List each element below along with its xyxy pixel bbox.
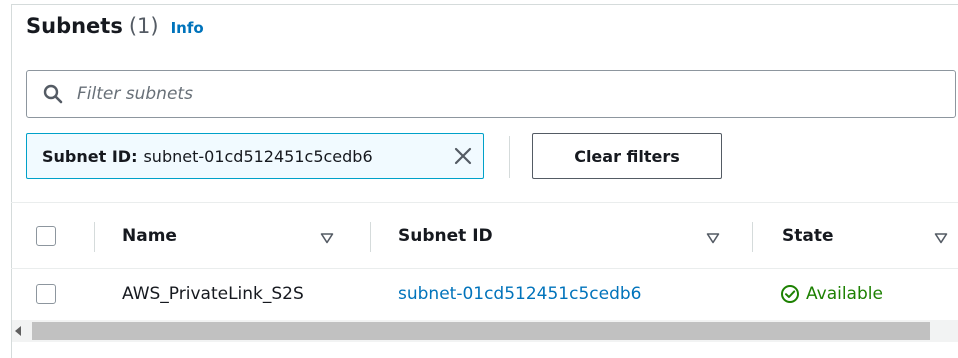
close-icon[interactable] [453, 146, 473, 166]
panel-header: Subnets (1) Info [26, 14, 204, 38]
table-header-divider [11, 268, 958, 269]
filter-token-key: Subnet ID: [42, 146, 138, 166]
cell-subnet-id-link[interactable]: subnet-01cd512451c5cedb6 [398, 284, 642, 304]
column-header-state[interactable]: State [782, 226, 834, 246]
select-all-checkbox[interactable] [36, 226, 56, 246]
cell-state: Available [806, 284, 883, 304]
info-link[interactable]: Info [171, 19, 204, 37]
sort-down-icon[interactable] [934, 232, 948, 244]
row-checkbox[interactable] [36, 284, 56, 304]
clear-filters-button[interactable]: Clear filters [532, 133, 722, 179]
column-header-subnet-id[interactable]: Subnet ID [398, 226, 493, 246]
filter-search-box[interactable] [26, 70, 956, 118]
column-separator [370, 222, 371, 252]
filter-token: Subnet ID: subnet-01cd512451c5cedb6 [26, 133, 484, 179]
token-divider [509, 136, 510, 178]
item-count: (1) [128, 14, 159, 38]
status-badge: Available [780, 284, 883, 304]
filter-subnets-input[interactable] [77, 84, 877, 104]
page-title: Subnets [26, 14, 123, 38]
subnets-panel [11, 4, 958, 358]
search-icon [43, 84, 63, 104]
sort-down-icon[interactable] [320, 232, 334, 244]
horizontal-scrollbar[interactable] [12, 320, 958, 342]
column-separator [94, 222, 95, 252]
column-separator [752, 222, 753, 252]
filter-token-value: subnet-01cd512451c5cedb6 [143, 146, 373, 166]
scrollbar-thumb[interactable] [32, 322, 930, 340]
column-header-name[interactable]: Name [122, 226, 177, 246]
table-top-divider [11, 202, 958, 203]
check-circle-icon [781, 285, 799, 303]
cell-name: AWS_PrivateLink_S2S [122, 284, 304, 304]
sort-down-icon[interactable] [706, 232, 720, 244]
scroll-left-arrow-icon[interactable] [14, 325, 22, 337]
